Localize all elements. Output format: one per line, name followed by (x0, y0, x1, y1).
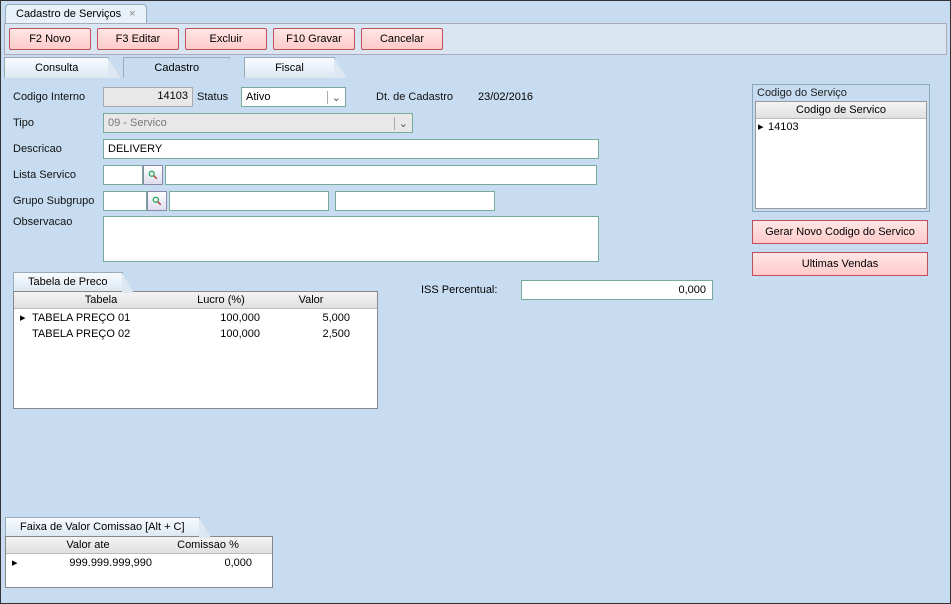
comissao-header-row: Valor ate Comissao % (6, 537, 272, 554)
grupo-lookup-button[interactable] (147, 191, 167, 211)
tab-fiscal[interactable]: Fiscal (244, 57, 335, 78)
comissao-tab: Faixa de Valor Comissao [Alt + C] (5, 517, 200, 536)
tabela-preco-header-row: Tabela Lucro (%) Valor (14, 292, 377, 309)
tab-cadastro[interactable]: Cadastro (123, 57, 230, 78)
grupo-code-input[interactable] (103, 191, 147, 211)
excluir-button[interactable]: Excluir (185, 28, 267, 50)
status-select[interactable]: Ativo ⌄ (241, 87, 346, 107)
lista-servico-code-input[interactable] (103, 165, 143, 185)
codigo-servico-grid[interactable]: Codigo de Servico ▸ 14103 (755, 101, 927, 209)
subgrupo-desc-input[interactable] (335, 191, 495, 211)
codigo-servico-value: 14103 (768, 121, 799, 133)
row-marker-icon: ▸ (758, 120, 768, 133)
col-valor: Valor (266, 292, 356, 308)
iss-percentual-input[interactable] (521, 280, 713, 300)
dt-cadastro-label: Dt. de Cadastro (376, 91, 476, 103)
tabs-bar: Consulta Cadastro Fiscal (4, 57, 950, 78)
row-marker-icon: ▸ (14, 309, 26, 326)
editar-button[interactable]: F3 Editar (97, 28, 179, 50)
close-icon[interactable]: × (129, 8, 135, 20)
lista-servico-label: Lista Servico (13, 169, 103, 181)
col-lucro: Lucro (%) (176, 292, 266, 308)
cell-tabela: TABELA PREÇO 01 (26, 310, 176, 326)
status-label: Status (197, 91, 241, 103)
grupo-desc-input[interactable] (169, 191, 329, 211)
table-row[interactable]: ▸ 999.999.999,990 0,000 (6, 554, 272, 571)
cell-tabela: TABELA PREÇO 02 (26, 326, 176, 342)
lista-servico-desc-input[interactable] (165, 165, 597, 185)
observacao-textarea[interactable] (103, 216, 599, 262)
comissao-grid[interactable]: Valor ate Comissao % ▸ 999.999.999,990 0… (5, 536, 273, 588)
cell-valor: 5,000 (266, 310, 356, 326)
codigo-servico-fieldset: Codigo do Serviço Codigo de Servico ▸ 14… (752, 84, 930, 212)
tipo-select: 09 - Servico ⌄ (103, 113, 413, 133)
ultimas-vendas-button[interactable]: Ultimas Vendas (752, 252, 928, 276)
tab-consulta[interactable]: Consulta (4, 57, 109, 78)
col-tabela: Tabela (26, 292, 176, 308)
toolbar: F2 Novo F3 Editar Excluir F10 Gravar Can… (4, 23, 947, 55)
novo-button[interactable]: F2 Novo (9, 28, 91, 50)
lista-servico-lookup-button[interactable] (143, 165, 163, 185)
search-icon (148, 170, 158, 180)
cell-comissao-pct: 0,000 (158, 555, 258, 571)
cell-lucro: 100,000 (176, 326, 266, 342)
status-value: Ativo (246, 91, 270, 103)
tipo-label: Tipo (13, 117, 103, 129)
codigo-servico-header: Codigo de Servico (756, 102, 926, 119)
descricao-label: Descricao (13, 143, 103, 155)
table-row[interactable]: ▸ TABELA PREÇO 01 100,000 5,000 (14, 309, 377, 326)
codigo-servico-title: Codigo do Serviço (755, 87, 927, 99)
table-row[interactable]: ▸ 14103 (756, 119, 926, 134)
codigo-interno-field: 14103 (103, 87, 193, 107)
observacao-label: Observacao (13, 216, 103, 228)
codigo-interno-label: Codigo Interno (13, 91, 103, 103)
grupo-subgrupo-label: Grupo Subgrupo (13, 195, 103, 207)
window-title: Cadastro de Serviços (16, 8, 121, 20)
gravar-button[interactable]: F10 Gravar (273, 28, 355, 50)
table-row[interactable]: TABELA PREÇO 02 100,000 2,500 (14, 326, 377, 342)
iss-label: ISS Percentual: (421, 284, 521, 296)
tabela-preco-tab: Tabela de Preco (13, 272, 123, 291)
content-panel: Codigo Interno 14103 Status Ativo ⌄ Dt. … (1, 78, 950, 598)
chevron-down-icon: ⌄ (394, 117, 408, 130)
cell-valor-ate: 999.999.999,990 (18, 555, 158, 571)
descricao-input[interactable] (103, 139, 599, 159)
tabela-preco-grid[interactable]: Tabela Lucro (%) Valor ▸ TABELA PREÇO 01… (13, 291, 378, 409)
cell-lucro: 100,000 (176, 310, 266, 326)
col-comissao-pct: Comissao % (158, 537, 258, 553)
chevron-down-icon: ⌄ (327, 91, 341, 104)
row-marker-icon: ▸ (6, 554, 18, 571)
window-title-tab: Cadastro de Serviços × (5, 4, 147, 23)
cell-valor: 2,500 (266, 326, 356, 342)
gerar-codigo-button[interactable]: Gerar Novo Codigo do Servico (752, 220, 928, 244)
dt-cadastro-value: 23/02/2016 (476, 89, 535, 105)
cancelar-button[interactable]: Cancelar (361, 28, 443, 50)
search-icon (152, 196, 162, 206)
tipo-value: 09 - Servico (108, 117, 167, 129)
col-valor-ate: Valor ate (18, 537, 158, 553)
